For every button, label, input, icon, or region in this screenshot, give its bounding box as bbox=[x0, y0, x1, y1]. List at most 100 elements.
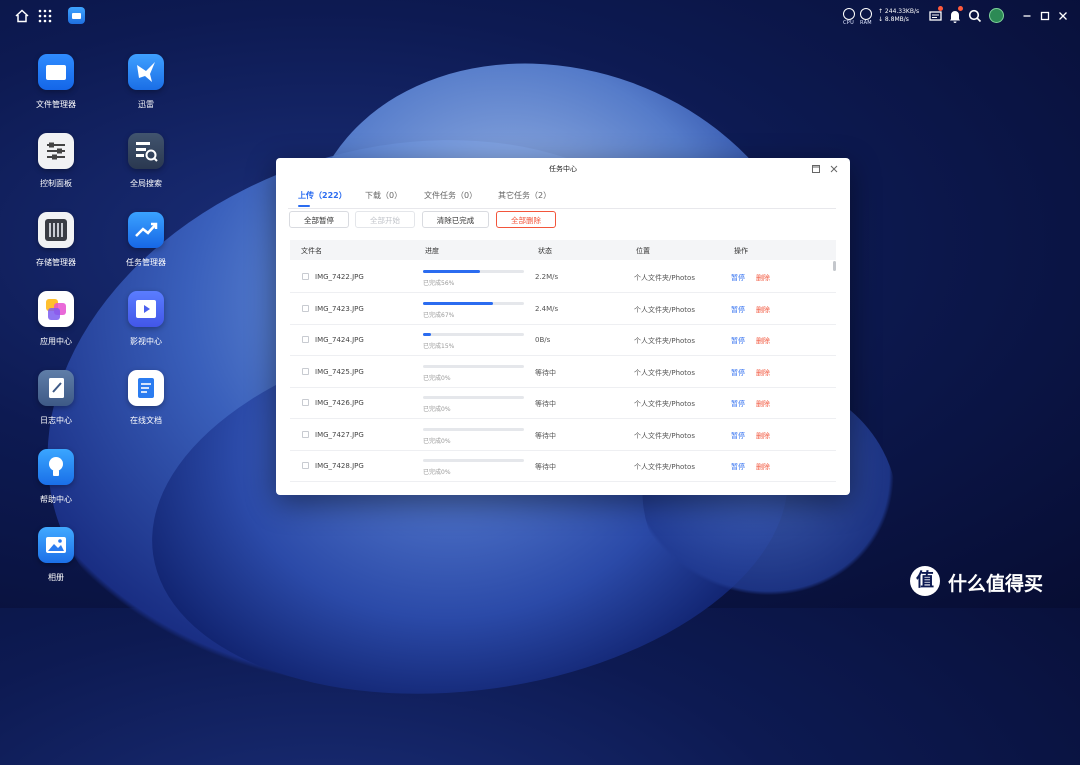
window-close-icon[interactable] bbox=[829, 164, 839, 174]
progress-text: 已完成0% bbox=[423, 469, 451, 476]
pause-button[interactable]: 暂停 bbox=[731, 273, 745, 283]
desktop-icon-label: 全局搜索 bbox=[130, 179, 162, 188]
column-filename: 文件名 bbox=[301, 247, 322, 255]
table-row[interactable]: IMG_7423.JPG 已完成67% 2.4M/s 个人文件夹/Photos 暂停 删除 bbox=[290, 293, 836, 325]
window-titlebar[interactable]: 任务中心 bbox=[276, 158, 850, 180]
delete-button[interactable]: 删除 bbox=[756, 273, 770, 283]
window-maximize-icon[interactable] bbox=[811, 164, 821, 174]
progress-bar bbox=[423, 427, 524, 431]
file-location: 个人文件夹/Photos bbox=[634, 400, 695, 408]
progress-text: 已完成0% bbox=[423, 406, 451, 413]
desktop-icon-storage-manager[interactable]: 存储管理器 bbox=[16, 212, 96, 268]
tab-file-tasks[interactable]: 文件任务（0） bbox=[424, 190, 477, 201]
ram-gauge-icon[interactable] bbox=[860, 8, 872, 20]
transfer-status: 等待中 bbox=[535, 431, 556, 440]
desktop-icon-log-center[interactable]: 日志中心 bbox=[16, 370, 96, 426]
file-checkbox-icon[interactable] bbox=[302, 430, 309, 438]
pause-button[interactable]: 暂停 bbox=[731, 368, 745, 378]
pause-button[interactable]: 暂停 bbox=[731, 399, 745, 409]
film-icon bbox=[128, 291, 164, 327]
search-icon[interactable] bbox=[967, 8, 983, 24]
desktop-icon-label: 文件管理器 bbox=[36, 100, 76, 109]
delete-button[interactable]: 删除 bbox=[756, 368, 770, 378]
desktop-icon-label: 影视中心 bbox=[130, 337, 162, 346]
file-name: IMG_7424.JPG bbox=[315, 336, 364, 344]
desktop-icon-thunder[interactable]: 迅雷 bbox=[106, 54, 186, 110]
transfer-status: 等待中 bbox=[535, 368, 556, 377]
pause-button[interactable]: 暂停 bbox=[731, 305, 745, 315]
desktop-icon-help-center[interactable]: 帮助中心 bbox=[16, 449, 96, 505]
file-location: 个人文件夹/Photos bbox=[634, 431, 695, 440]
file-checkbox-icon[interactable] bbox=[302, 462, 309, 469]
delete-button[interactable]: 删除 bbox=[756, 431, 770, 441]
file-checkbox-icon[interactable] bbox=[302, 273, 309, 280]
notification-dot bbox=[958, 6, 963, 11]
file-checkbox-icon[interactable] bbox=[302, 336, 309, 343]
table-header: 文件名 进度 状态 位置 操作 bbox=[290, 240, 836, 260]
pause-button[interactable]: 暂停 bbox=[731, 431, 745, 441]
desktop-icon-video-center[interactable]: 影视中心 bbox=[106, 291, 186, 347]
cpu-gauge-icon[interactable] bbox=[843, 8, 855, 20]
file-checkbox-icon[interactable] bbox=[302, 399, 309, 406]
cpu-label: CPU bbox=[843, 20, 855, 26]
active-tab-indicator bbox=[298, 205, 310, 207]
folder-icon bbox=[38, 54, 74, 90]
file-location: 个人文件夹/Photos bbox=[634, 368, 695, 377]
file-location: 个人文件夹/Photos bbox=[634, 274, 695, 282]
tab-upload[interactable]: 上传（222） bbox=[298, 190, 347, 201]
desktop-icon-control-panel[interactable]: 控制面板 bbox=[16, 133, 96, 189]
tab-other-tasks[interactable]: 其它任务（2） bbox=[498, 190, 551, 201]
table-scrollbar[interactable] bbox=[833, 261, 836, 271]
desktop-icon-photos[interactable]: 相册 bbox=[16, 527, 96, 583]
top-bar: CPU RAM ↑ 244.33KB/s ↓ 8.8MB/s bbox=[0, 0, 1080, 32]
progress-bar bbox=[423, 333, 524, 336]
file-name: IMG_7427.JPG bbox=[315, 430, 364, 439]
desktop-icon-global-search[interactable]: 全局搜索 bbox=[106, 133, 186, 189]
progress-bar bbox=[423, 270, 524, 273]
app-grid-icon[interactable] bbox=[37, 8, 53, 24]
maximize-icon[interactable] bbox=[1037, 8, 1053, 24]
delete-button[interactable]: 删除 bbox=[756, 462, 770, 472]
table-row[interactable]: IMG_7426.JPG 已完成0% 等待中 个人文件夹/Photos 暂停 删除 bbox=[290, 387, 836, 419]
file-location: 个人文件夹/Photos bbox=[634, 337, 695, 345]
delete-button[interactable]: 删除 bbox=[756, 399, 770, 409]
progress-fill bbox=[423, 333, 432, 336]
table-row[interactable]: IMG_7424.JPG 已完成15% 0B/s 个人文件夹/Photos 暂停 删除 bbox=[290, 324, 836, 356]
file-name: IMG_7426.JPG bbox=[315, 399, 364, 407]
ram-label: RAM bbox=[860, 20, 872, 26]
delete-button[interactable]: 删除 bbox=[756, 336, 770, 346]
file-checkbox-icon[interactable] bbox=[302, 367, 309, 375]
delete-all-button[interactable]: 全部删除 bbox=[496, 211, 556, 228]
table-row[interactable]: IMG_7425.JPG 已完成0% 等待中 个人文件夹/Photos 暂停 删除 bbox=[290, 356, 836, 388]
transfer-status: 等待中 bbox=[535, 400, 556, 408]
desktop-icon-app-center[interactable]: 应用中心 bbox=[16, 291, 96, 347]
desktop-icon-label: 迅雷 bbox=[138, 100, 154, 109]
notification-dot bbox=[938, 6, 943, 11]
minimize-icon[interactable] bbox=[1019, 8, 1035, 24]
desktop-icon-task-manager[interactable]: 任务管理器 bbox=[106, 212, 186, 268]
pause-all-button[interactable]: 全部暂停 bbox=[289, 211, 349, 228]
bird-icon bbox=[128, 54, 164, 90]
document-icon bbox=[128, 370, 164, 406]
tab-download[interactable]: 下载（0） bbox=[365, 190, 402, 201]
file-checkbox-icon[interactable] bbox=[302, 304, 309, 312]
delete-button[interactable]: 删除 bbox=[756, 305, 770, 315]
table-row[interactable]: IMG_7427.JPG 已完成0% 等待中 个人文件夹/Photos 暂停 删除 bbox=[290, 419, 836, 451]
progress-text: 已完成56% bbox=[423, 280, 455, 287]
clear-completed-button[interactable]: 清除已完成 bbox=[422, 211, 489, 228]
pause-button[interactable]: 暂停 bbox=[731, 336, 745, 346]
close-icon[interactable] bbox=[1055, 8, 1071, 24]
table-row[interactable]: IMG_7422.JPG 已完成56% 2.2M/s 个人文件夹/Photos 暂停 删除 bbox=[290, 261, 836, 293]
pause-button[interactable]: 暂停 bbox=[731, 462, 745, 472]
start-all-button[interactable]: 全部开始 bbox=[355, 211, 415, 228]
desktop-icon-label: 存储管理器 bbox=[36, 258, 76, 267]
photos-app-taskbar-icon[interactable] bbox=[68, 7, 85, 24]
progress-fill bbox=[423, 301, 493, 305]
home-icon[interactable] bbox=[14, 8, 30, 24]
transfer-status: 0B/s bbox=[535, 336, 551, 344]
desktop-icon-online-docs[interactable]: 在线文档 bbox=[106, 370, 186, 426]
table-row[interactable]: IMG_7428.JPG 已完成0% 等待中 个人文件夹/Photos 暂停 删除 bbox=[290, 450, 836, 482]
desktop-icon-file-manager[interactable]: 文件管理器 bbox=[16, 54, 96, 110]
avatar-icon[interactable] bbox=[989, 8, 1005, 24]
network-speed: ↑ 244.33KB/s ↓ 8.8MB/s bbox=[878, 8, 919, 24]
